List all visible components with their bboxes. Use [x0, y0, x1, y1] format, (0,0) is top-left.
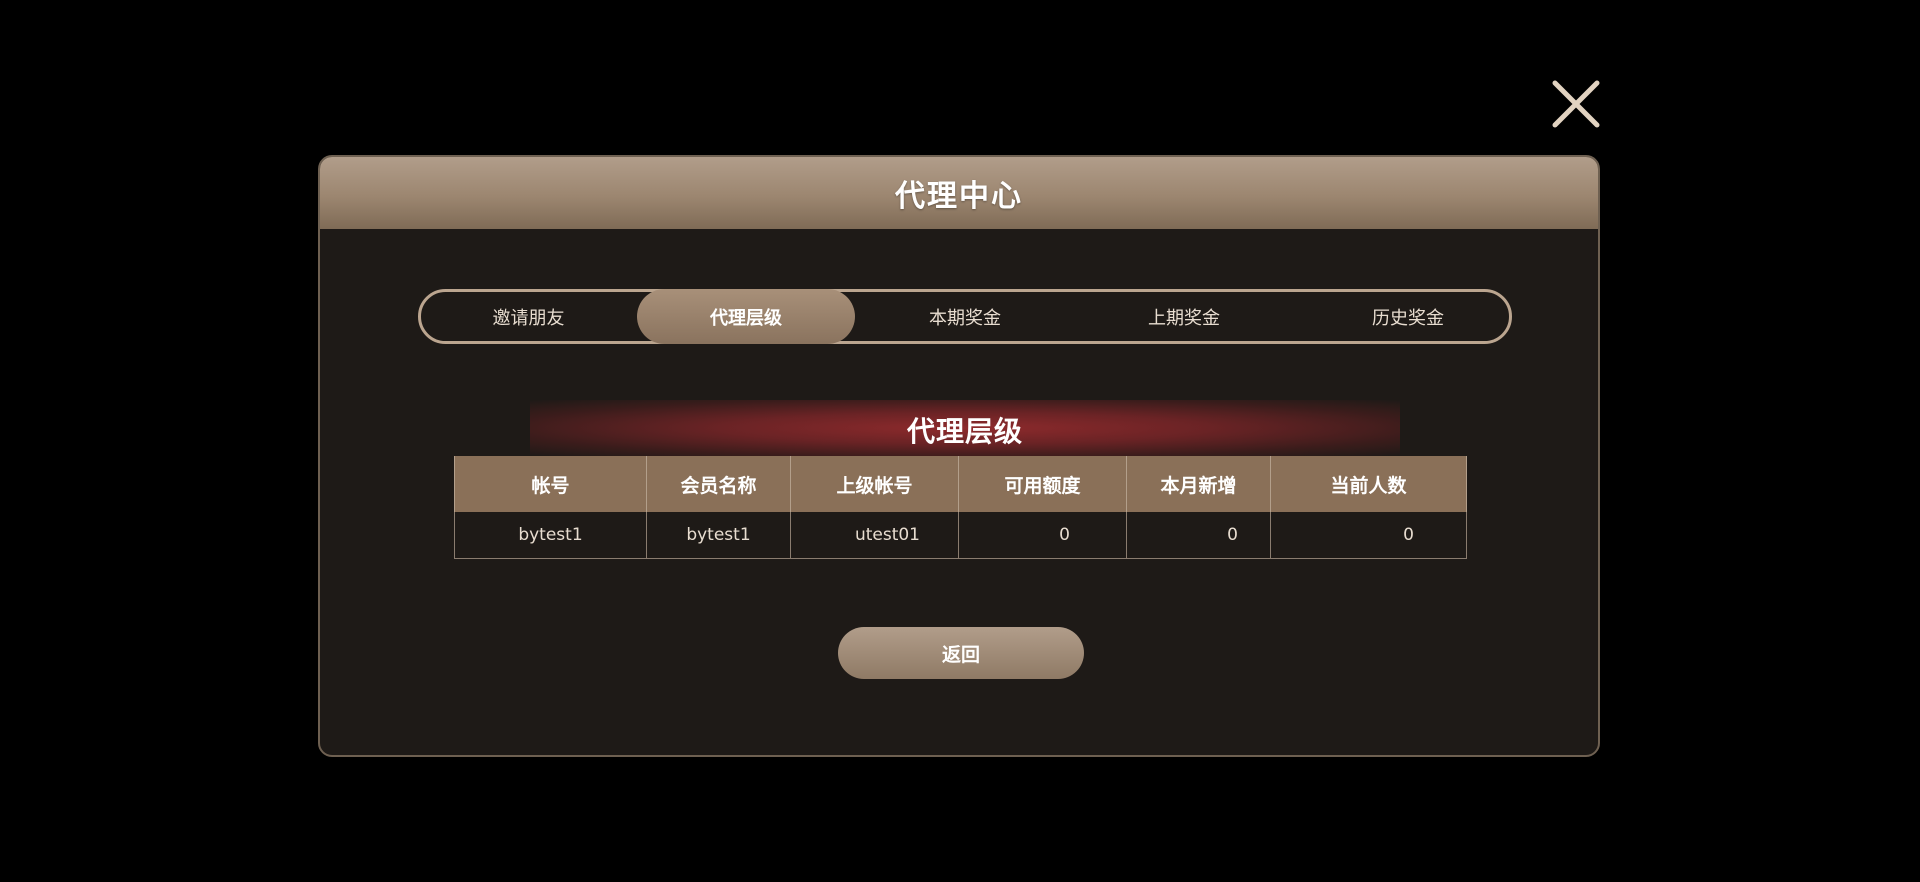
cell-member-name: bytest1	[646, 512, 791, 559]
column-header-current-count: 当前人数	[1270, 456, 1467, 512]
cell-current-count: 0	[1270, 512, 1467, 559]
cell-account: bytest1	[454, 512, 647, 559]
tab-agent-levels[interactable]: 代理层级	[637, 289, 855, 344]
tab-last-period-bonus[interactable]: 上期奖金	[1073, 289, 1295, 344]
column-header-member-name: 会员名称	[646, 456, 791, 512]
agent-center-dialog: 代理中心 邀请朋友 代理层级 本期奖金 上期奖金 历史奖金 代理层级 帐号 会员…	[318, 155, 1600, 757]
cell-new-this-month: 0	[1126, 512, 1271, 559]
column-header-account: 帐号	[454, 456, 647, 512]
close-button[interactable]	[1551, 79, 1601, 129]
dialog-title: 代理中心	[895, 179, 1023, 214]
section-title: 代理层级	[906, 415, 1023, 448]
close-icon	[1552, 80, 1600, 128]
section-banner: 代理层级	[530, 400, 1400, 456]
cell-parent-account: utest01	[790, 512, 959, 559]
table-row: bytest1 bytest1 utest01 0 0 0	[454, 512, 1467, 559]
tab-current-bonus[interactable]: 本期奖金	[855, 289, 1075, 344]
column-header-parent-account: 上级帐号	[790, 456, 959, 512]
back-button[interactable]: 返回	[838, 627, 1084, 679]
cell-available-credit: 0	[958, 512, 1127, 559]
column-header-available-credit: 可用额度	[958, 456, 1127, 512]
agent-levels-table: 帐号 会员名称 上级帐号 可用额度 本月新增 当前人数 bytest1 byte…	[454, 456, 1467, 559]
tab-invite-friends[interactable]: 邀请朋友	[421, 289, 636, 344]
column-header-new-this-month: 本月新增	[1126, 456, 1271, 512]
tab-history-bonus[interactable]: 历史奖金	[1301, 289, 1515, 344]
tab-bar: 邀请朋友 代理层级 本期奖金 上期奖金 历史奖金	[418, 289, 1512, 344]
dialog-header: 代理中心	[320, 157, 1598, 229]
table-header-row: 帐号 会员名称 上级帐号 可用额度 本月新增 当前人数	[454, 456, 1467, 512]
screen: 代理中心 邀请朋友 代理层级 本期奖金 上期奖金 历史奖金 代理层级 帐号 会员…	[0, 0, 1920, 882]
